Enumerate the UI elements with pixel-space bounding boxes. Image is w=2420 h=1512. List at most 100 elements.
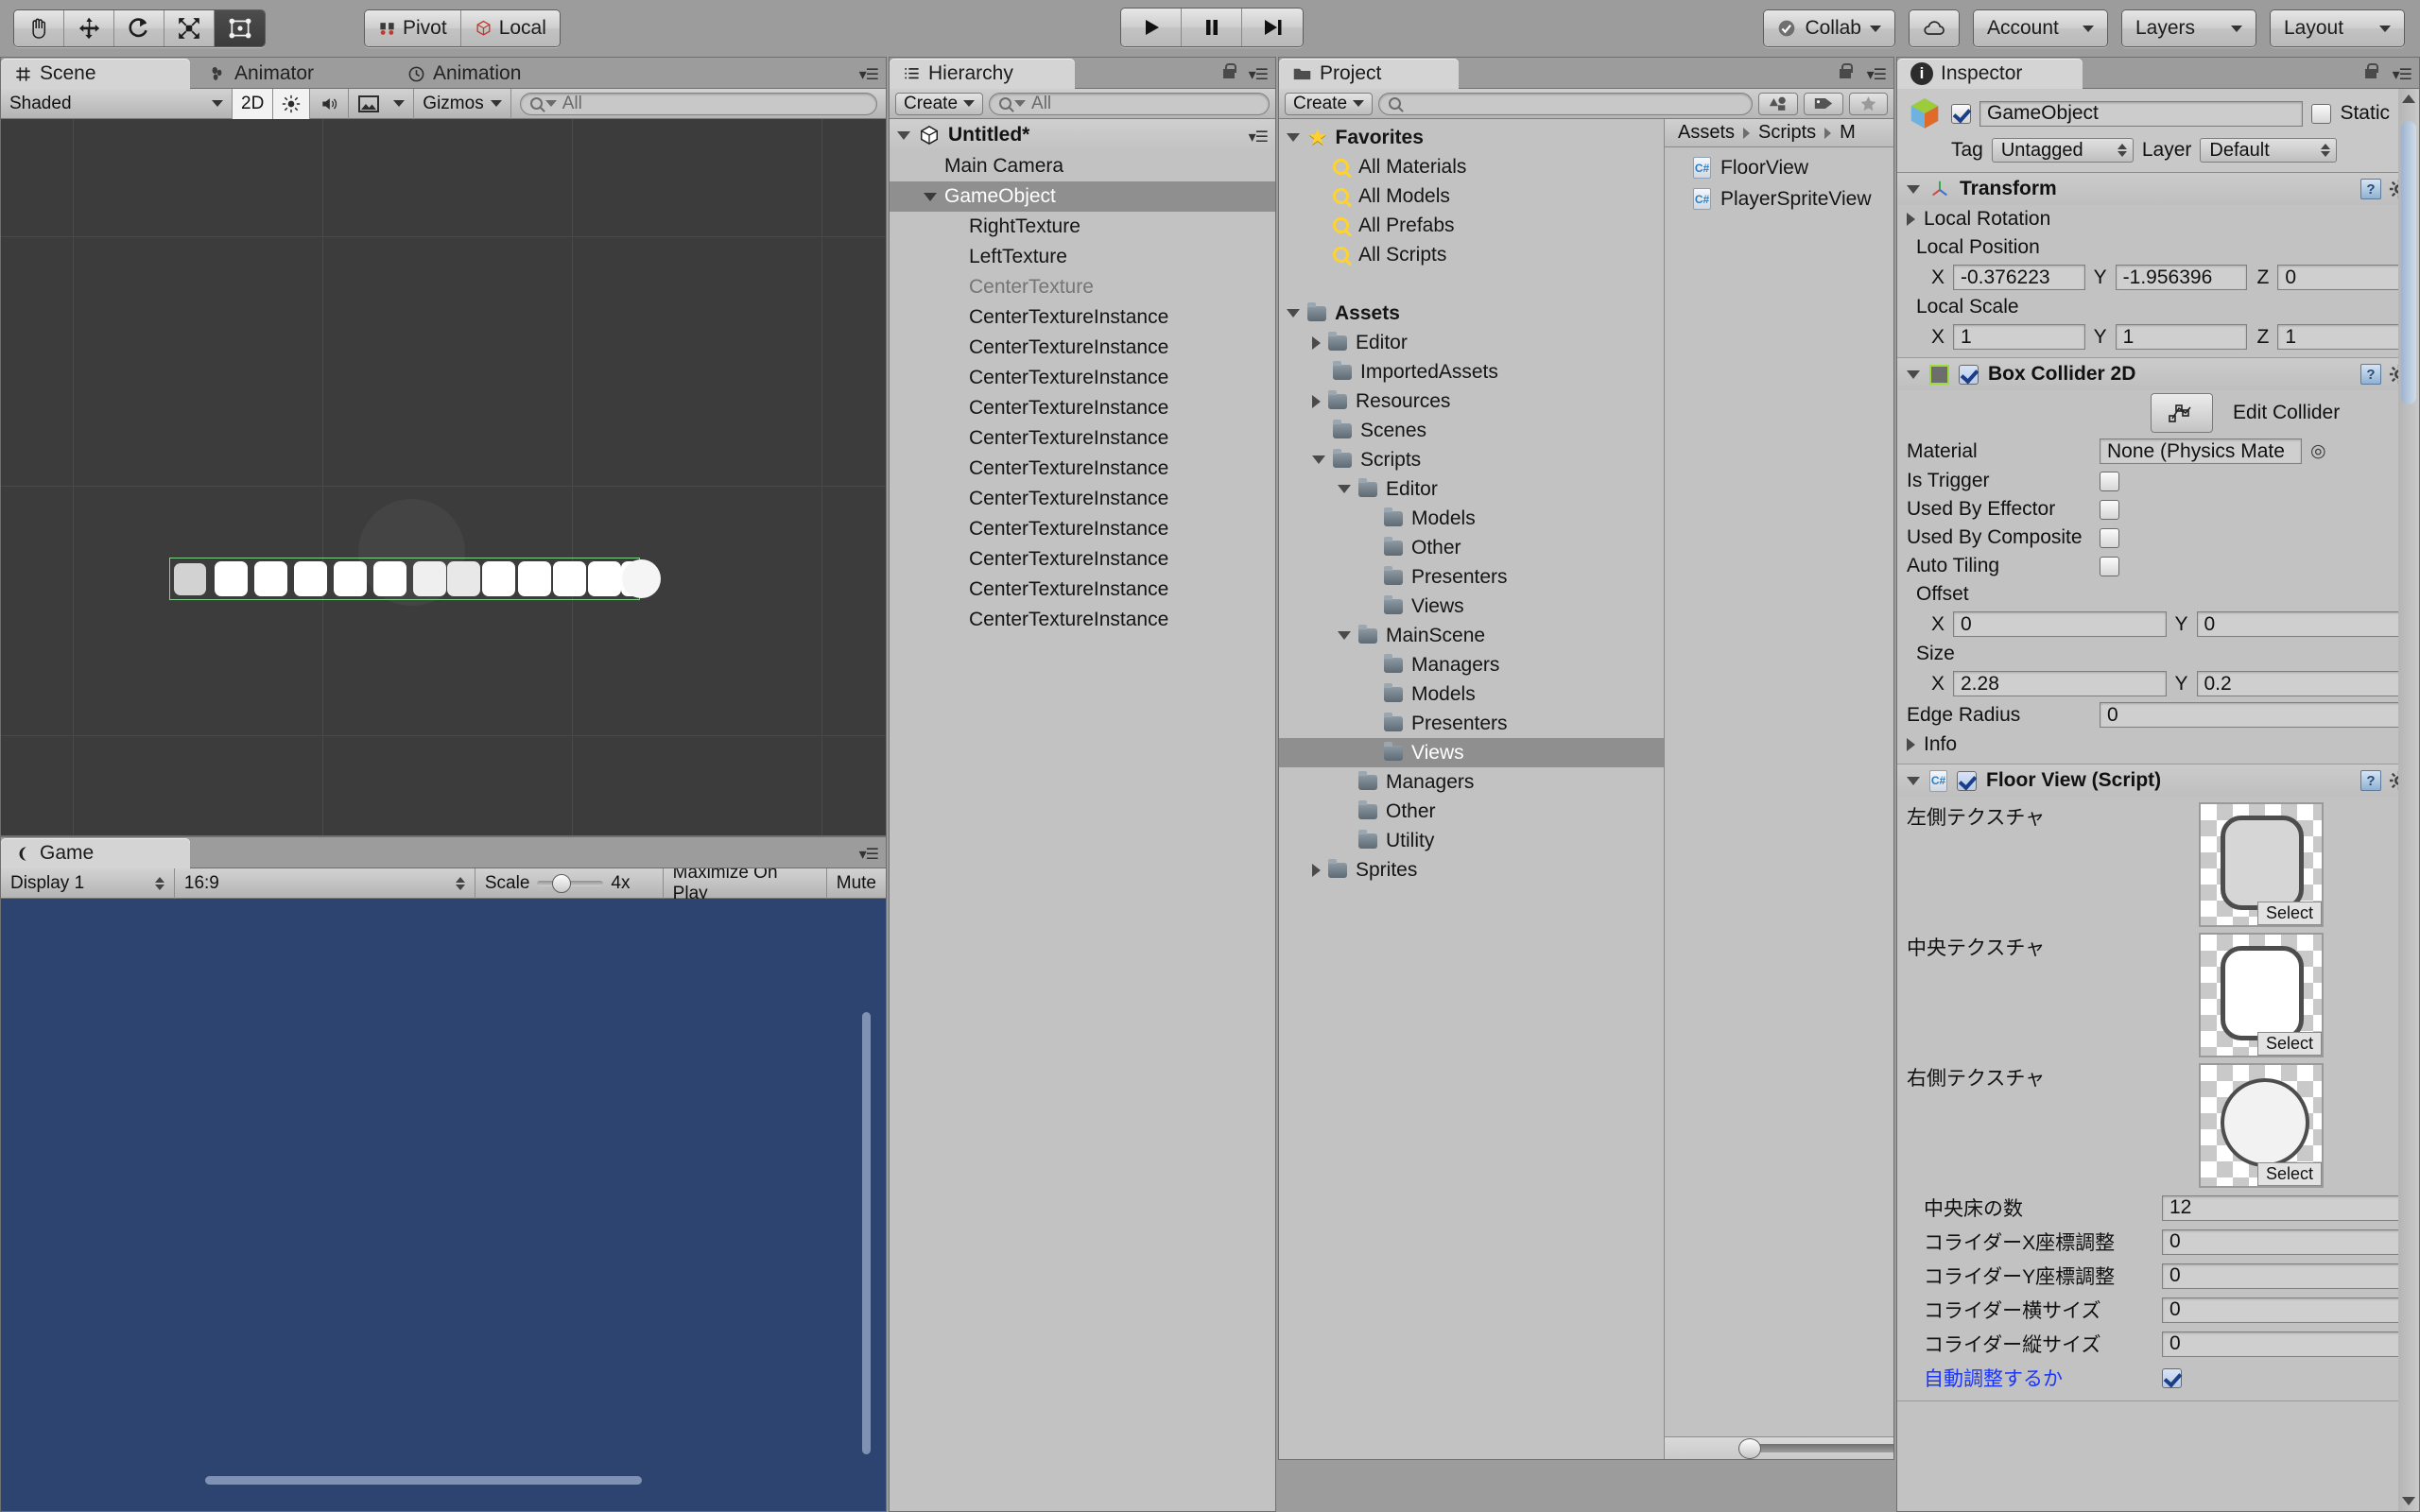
tab-project[interactable]: Project <box>1279 59 1459 89</box>
project-tree-item[interactable]: Resources <box>1279 387 1664 416</box>
scene-panel-menu-icon[interactable]: ▾☰ <box>859 65 879 84</box>
project-tree-item[interactable]: MainScene <box>1279 621 1664 650</box>
scale-slider-knob[interactable] <box>552 873 572 893</box>
project-tree-item[interactable]: All Scripts <box>1279 240 1664 269</box>
chevron-right-icon[interactable] <box>1312 335 1321 350</box>
project-horizontal-scrollbar[interactable] <box>1665 1436 1893 1459</box>
scale-slider[interactable] <box>537 873 604 893</box>
play-button[interactable] <box>1121 9 1182 46</box>
tab-animator[interactable]: Animator <box>196 59 331 89</box>
inspector-panel-menu-icon[interactable]: ▾☰ <box>2393 65 2412 84</box>
hand-tool-button[interactable] <box>14 10 64 46</box>
hierarchy-tree[interactable]: Main Camera GameObject RightTexture LeftTex… <box>890 151 1275 635</box>
project-panel-menu-icon[interactable]: ▾☰ <box>1867 65 1887 84</box>
asset-item[interactable]: C# PlayerSpriteView <box>1665 183 1893 215</box>
account-group[interactable]: Account <box>1973 9 2108 47</box>
center-texture-select-button[interactable]: Select <box>2256 1032 2322 1056</box>
offset-x-input[interactable]: 0 <box>1953 611 2167 637</box>
project-tree-item[interactable]: Managers <box>1279 767 1664 797</box>
project-tree-item[interactable]: ImportedAssets <box>1279 357 1664 387</box>
pivot-toggle-button[interactable]: Pivot <box>365 10 461 46</box>
project-tree-item[interactable]: Views <box>1279 738 1664 767</box>
hierarchy-item[interactable]: GameObject <box>890 181 1275 212</box>
playback-controls[interactable] <box>1120 8 1304 47</box>
hierarchy-item[interactable]: CenterTextureInstance <box>890 605 1275 635</box>
hierarchy-item[interactable]: CenterTexture <box>890 272 1275 302</box>
chevron-down-icon[interactable] <box>897 130 910 140</box>
hierarchy-create-button[interactable]: Create <box>895 92 984 115</box>
cloud-button[interactable] <box>1910 10 1959 46</box>
project-tree-item[interactable]: Models <box>1279 504 1664 533</box>
transform-header[interactable]: Transform ? <box>1897 173 2419 205</box>
object-picker-icon[interactable]: ◎ <box>2310 440 2326 462</box>
lock-icon[interactable] <box>1222 63 1236 78</box>
aspect-dropdown[interactable]: 16:9 <box>175 868 475 899</box>
audio-toggle-button[interactable] <box>310 88 350 119</box>
auto-tiling-checkbox[interactable] <box>2100 556 2119 576</box>
size-x-input[interactable]: 2.28 <box>1953 671 2167 696</box>
hierarchy-item[interactable]: CenterTextureInstance <box>890 333 1275 363</box>
size-y-input[interactable]: 0.2 <box>2196 671 2410 696</box>
local-toggle-button[interactable]: Local <box>460 10 560 46</box>
project-tree-item[interactable]: Models <box>1279 679 1664 709</box>
info-row[interactable]: Info <box>1897 730 2419 764</box>
tab-inspector[interactable]: i Inspector <box>1897 59 2083 89</box>
hierarchy-item[interactable]: CenterTextureInstance <box>890 484 1275 514</box>
scale-tool-button[interactable] <box>164 10 215 46</box>
collider-x-input[interactable]: 0 <box>2162 1228 2410 1255</box>
chevron-right-icon[interactable] <box>1907 213 1915 226</box>
chevron-down-icon[interactable] <box>1287 133 1300 142</box>
rect-tool-button[interactable] <box>215 10 265 46</box>
edit-collider-button[interactable] <box>2151 393 2213 433</box>
chevron-down-icon[interactable] <box>1907 369 1920 379</box>
hierarchy-item[interactable]: CenterTextureInstance <box>890 393 1275 423</box>
edge-radius-input[interactable]: 0 <box>2100 702 2410 728</box>
filter-by-type-button[interactable] <box>1758 92 1798 115</box>
hierarchy-item[interactable]: CenterTextureInstance <box>890 363 1275 393</box>
layers-button[interactable]: Layers <box>2122 10 2256 46</box>
project-tree-item[interactable]: Scripts <box>1279 445 1664 474</box>
project-tree-item[interactable]: Sprites <box>1279 855 1664 885</box>
gizmos-dropdown[interactable]: Gizmos <box>414 88 511 119</box>
chevron-down-icon[interactable] <box>1907 776 1920 785</box>
left-texture-preview[interactable]: Select <box>2199 802 2324 927</box>
project-tree-item[interactable]: All Prefabs <box>1279 211 1664 240</box>
project-tree-item[interactable]: Presenters <box>1279 562 1664 592</box>
chevron-down-icon[interactable] <box>924 192 937 201</box>
tab-game[interactable]: Game <box>1 838 190 868</box>
project-tree-item[interactable]: Presenters <box>1279 709 1664 738</box>
step-button[interactable] <box>1242 9 1303 46</box>
local-rotation-row[interactable]: Local Rotation <box>1897 205 2419 233</box>
transform-tools-group[interactable] <box>13 9 266 47</box>
display-dropdown[interactable]: Display 1 <box>1 868 175 899</box>
rotate-tool-button[interactable] <box>114 10 164 46</box>
breadcrumb[interactable]: Assets Scripts M <box>1665 119 1893 147</box>
hierarchy-item[interactable]: CenterTextureInstance <box>890 575 1275 605</box>
right-texture-preview[interactable]: Select <box>2199 1063 2324 1188</box>
shading-mode-dropdown[interactable]: Shaded <box>1 88 233 119</box>
position-z-input[interactable]: 0 <box>2277 265 2411 290</box>
project-create-button[interactable]: Create <box>1285 92 1374 115</box>
hierarchy-item[interactable]: CenterTextureInstance <box>890 544 1275 575</box>
scrollbar-thumb[interactable] <box>2401 121 2416 404</box>
material-object-field[interactable]: None (Physics Mate <box>2100 438 2302 464</box>
maximize-on-play-toggle[interactable]: Maximize On Play <box>664 863 827 903</box>
project-tree-item[interactable]: Other <box>1279 533 1664 562</box>
chevron-down-icon[interactable] <box>1907 184 1920 194</box>
tag-dropdown[interactable]: Untagged <box>1991 138 2134 163</box>
layers-group[interactable]: Layers <box>2121 9 2256 47</box>
offset-y-input[interactable]: 0 <box>2196 611 2410 637</box>
tab-scene[interactable]: Scene <box>1 59 190 89</box>
hierarchy-item[interactable]: RightTexture <box>890 212 1275 242</box>
layout-group[interactable]: Layout <box>2270 9 2405 47</box>
game-viewport[interactable] <box>1 899 886 1511</box>
gameobject-enabled-checkbox[interactable] <box>1951 103 1971 124</box>
fx-toggle-button[interactable] <box>349 88 415 119</box>
lock-icon[interactable] <box>1839 63 1853 78</box>
hierarchy-search-input[interactable]: All <box>989 92 1270 115</box>
used-by-effector-checkbox[interactable] <box>2100 499 2119 520</box>
collider-y-input[interactable]: 0 <box>2162 1263 2410 1289</box>
hierarchy-item[interactable]: CenterTextureInstance <box>890 454 1275 484</box>
chevron-down-icon[interactable] <box>1338 631 1351 640</box>
scene-context-menu-icon[interactable]: ▾☰ <box>1249 128 1269 146</box>
